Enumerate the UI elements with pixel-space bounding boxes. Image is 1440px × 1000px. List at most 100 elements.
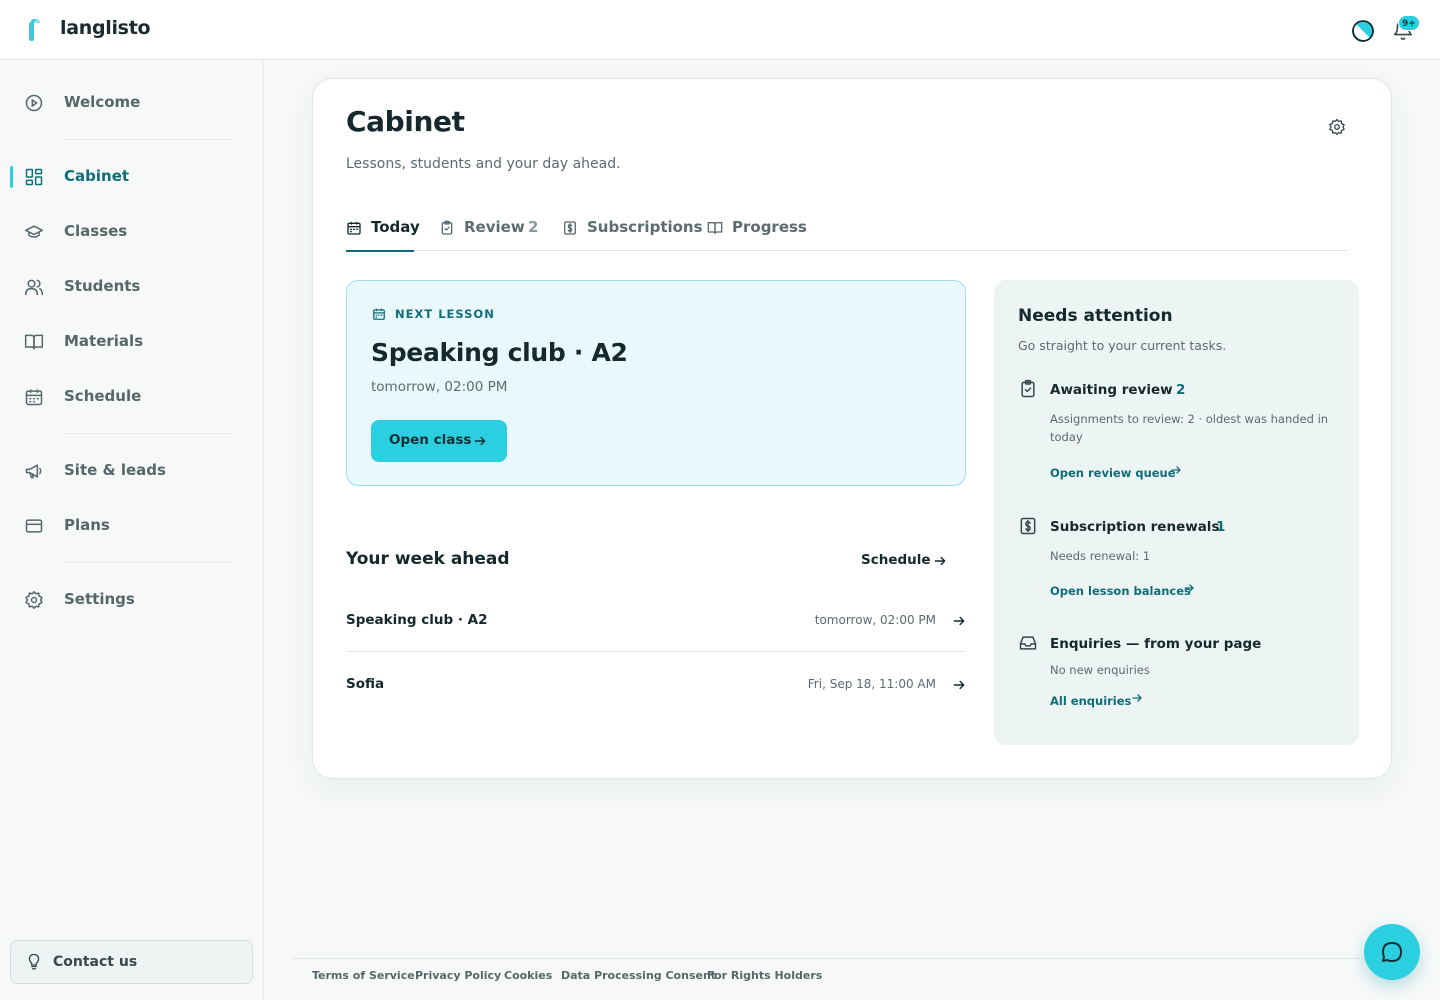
attention-item-count: 1 (1216, 519, 1226, 535)
next-lesson-time: tomorrow, 02:00 PM (371, 379, 508, 395)
sidebar-item-welcome[interactable]: Welcome (0, 82, 263, 122)
users-icon (24, 279, 44, 296)
tab-label: Subscriptions (587, 218, 703, 236)
sidebar-item-cabinet[interactable]: Cabinet (0, 156, 263, 196)
dollar-document-icon (1020, 517, 1036, 535)
needs-attention-subtitle: Go straight to your current tasks. (1018, 338, 1227, 353)
week-row[interactable]: Speaking club · A2 tomorrow, 02:00 PM (346, 592, 966, 648)
tab-label: Progress (732, 218, 807, 236)
attention-item-desc: Needs renewal: 1 (1050, 549, 1151, 563)
footer-link-rights-holders[interactable]: For Rights Holders (707, 969, 822, 982)
brand-name[interactable]: langlisto (60, 17, 151, 39)
attention-item-name: Awaiting review (1050, 382, 1173, 398)
book-open-icon (707, 222, 723, 234)
sidebar-item-students[interactable]: Students (0, 266, 263, 306)
footer-link-privacy[interactable]: Privacy Policy (415, 969, 501, 982)
open-lesson-balances-link[interactable]: Open lesson balances (1050, 580, 1194, 598)
cabinet-card: Cabinet Lessons, students and your day a… (312, 78, 1392, 779)
chat-bubble-icon (1382, 942, 1402, 962)
tab-review-count: 2 (528, 218, 539, 236)
footer-link-cookies[interactable]: Cookies (504, 969, 552, 982)
needs-attention-title: Needs attention (1018, 306, 1173, 326)
link-label: Open review queue (1050, 466, 1176, 480)
attention-item-awaiting-review: Awaiting review 2 Assignments to review:… (1018, 379, 1338, 489)
schedule-link-label: Schedule (861, 552, 931, 568)
sidebar-item-materials[interactable]: Materials (0, 321, 263, 361)
next-lesson-kicker: NEXT LESSON (395, 307, 495, 321)
graduation-cap-icon (24, 225, 44, 238)
contact-us-label: Contact us (53, 954, 138, 970)
sidebar-item-settings[interactable]: Settings (0, 579, 263, 619)
tab-review[interactable]: Review 2 (439, 207, 539, 251)
sidebar-item-label: Classes (64, 222, 128, 240)
link-label: Open lesson balances (1050, 584, 1191, 598)
week-row-name: Sofia (346, 676, 385, 692)
arrow-right-icon (474, 436, 486, 446)
sidebar-item-label: Cabinet (64, 167, 130, 185)
grid-icon (25, 168, 43, 186)
arrow-right-icon (1184, 584, 1194, 592)
schedule-link[interactable]: Schedule (861, 551, 951, 571)
cabinet-tabs: Today Review 2 Subscriptions Progress (346, 207, 1348, 252)
play-circle-icon (25, 94, 43, 112)
credit-card-icon (25, 519, 43, 533)
cabinet-settings-gear-icon[interactable] (1328, 118, 1346, 136)
week-row-time: tomorrow, 02:00 PM (814, 613, 936, 627)
attention-item-desc: Assignments to review: 2 · oldest was ha… (1050, 412, 1329, 444)
attention-item-enquiries: Enquiries — from your page No new enquir… (1018, 633, 1338, 713)
calendar-icon (347, 222, 361, 235)
arrow-right-icon (953, 616, 965, 626)
calendar-icon (373, 308, 385, 320)
footer-divider (292, 958, 1412, 959)
open-review-queue-link[interactable]: Open review queue (1050, 462, 1181, 480)
open-class-label: Open class (389, 432, 472, 448)
lightbulb-icon (28, 953, 40, 970)
contact-us-button[interactable]: Contact us (10, 940, 253, 984)
footer-link-data-processing[interactable]: Data Processing Consent (561, 969, 716, 982)
top-bar: langlisto 9+ (0, 0, 1440, 60)
sidebar: Welcome Cabinet Classes Students Materia… (0, 60, 264, 1000)
sidebar-item-label: Schedule (64, 387, 142, 405)
inbox-icon (1019, 636, 1037, 650)
sidebar-item-plans[interactable]: Plans (0, 505, 263, 545)
gear-icon (25, 590, 43, 610)
tab-label: Today (371, 218, 420, 236)
arrow-right-icon (953, 680, 965, 690)
week-row-time: Fri, Sep 18, 11:00 AM (807, 677, 936, 691)
langlisto-logo-icon[interactable] (26, 18, 44, 42)
tab-progress[interactable]: Progress (707, 207, 807, 251)
sidebar-item-schedule[interactable]: Schedule (0, 376, 263, 416)
sidebar-divider (64, 139, 232, 140)
arrow-right-icon (1171, 466, 1181, 474)
tab-today[interactable]: Today (346, 207, 420, 252)
all-enquiries-link[interactable]: All enquiries (1050, 690, 1142, 708)
sidebar-item-classes[interactable]: Classes (0, 211, 263, 251)
week-row-name: Speaking club · A2 (346, 612, 488, 628)
open-class-button[interactable]: Open class (371, 420, 507, 462)
notifications-badge: 9+ (1398, 15, 1420, 31)
link-label: All enquiries (1050, 694, 1132, 708)
next-lesson-title: Speaking club · A2 (371, 338, 628, 367)
page-subtitle: Lessons, students and your day ahead. (346, 156, 621, 172)
attention-item-subscription-renewals: Subscription renewals 1 Needs renewal: 1… (1018, 516, 1338, 606)
tab-subscriptions[interactable]: Subscriptions (562, 207, 703, 251)
sidebar-item-label: Welcome (64, 93, 141, 111)
sidebar-item-label: Site & leads (64, 461, 166, 479)
theme-toggle-icon[interactable] (1351, 19, 1375, 43)
sidebar-item-label: Settings (64, 590, 135, 608)
arrow-right-icon (1132, 694, 1142, 702)
arrow-right-icon (934, 556, 946, 566)
week-row[interactable]: Sofia Fri, Sep 18, 11:00 AM (346, 656, 966, 712)
attention-item-name: Subscription renewals (1050, 519, 1220, 535)
attention-item-desc: No new enquiries (1050, 663, 1150, 677)
row-divider (346, 651, 966, 652)
megaphone-icon (25, 464, 42, 479)
book-icon (24, 334, 44, 350)
sidebar-item-site-leads[interactable]: Site & leads (0, 450, 263, 490)
page-title: Cabinet (346, 105, 465, 138)
sidebar-item-label: Plans (64, 516, 110, 534)
calendar-icon (25, 389, 43, 406)
chat-button[interactable] (1364, 924, 1420, 980)
dollar-document-icon (564, 221, 576, 235)
footer-link-terms[interactable]: Terms of Service (312, 969, 415, 982)
